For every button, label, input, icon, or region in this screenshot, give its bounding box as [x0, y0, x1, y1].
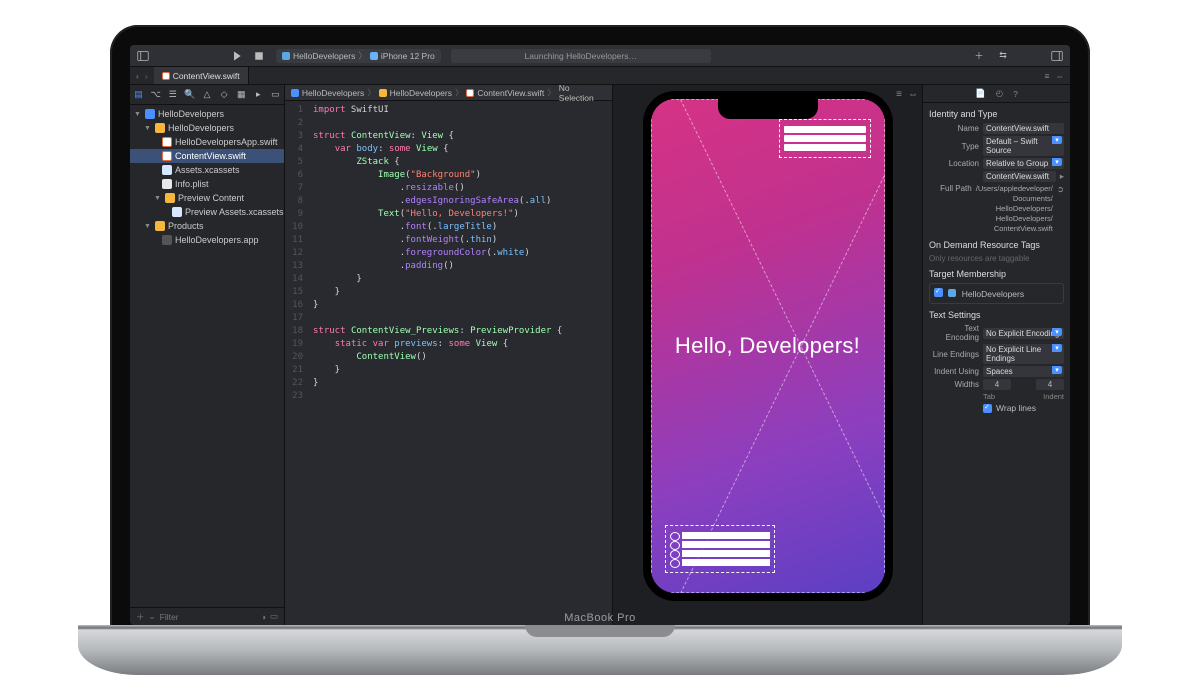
filter-field[interactable]: Filter [160, 612, 257, 622]
scheme-target: HelloDevelopers [293, 51, 355, 61]
main-area: ▤ ⌥ ☰ 🔍 △ ◇ ▦ ▸ ▭ ▼ HelloDevelopers [130, 85, 1070, 625]
project-navigator-icon[interactable]: ▤ [133, 88, 145, 102]
stop-icon[interactable] [252, 49, 266, 63]
canvas-options-icon[interactable]: ≡ [896, 89, 902, 100]
tab-label: ContentView.swift [173, 71, 240, 81]
add-target-icon[interactable]: ＋ [136, 611, 145, 623]
recent-filter-icon[interactable]: ◑ [261, 612, 266, 622]
tree-preview-group[interactable]: ▼ Preview Content [130, 191, 284, 205]
filter-icon[interactable]: ⌄ [149, 611, 156, 622]
indent-width-field[interactable]: 4 [1036, 379, 1064, 390]
breakpoint-navigator-icon[interactable]: ▸ [252, 88, 264, 102]
toolbar: HelloDevelopers 〉 iPhone 12 Pro Launchin… [130, 45, 1070, 67]
location-file: ContentView.swift [983, 171, 1056, 182]
navigator-filter: ＋ ⌄ Filter ◑ ▭ [130, 607, 284, 625]
device-notch [718, 99, 818, 119]
wireframe-bottom-left [665, 525, 775, 573]
screen: HelloDevelopers 〉 iPhone 12 Pro Launchin… [130, 45, 1070, 625]
history-inspector-icon[interactable]: ◴ [996, 88, 1003, 99]
tree-file-contentview[interactable]: ContentView.swift [130, 149, 284, 163]
wireframe-top-right [779, 119, 871, 158]
section-odr: On Demand Resource Tags [929, 240, 1064, 250]
laptop-brand: MacBook Pro [564, 612, 636, 624]
indent-using-select[interactable]: Spaces [983, 366, 1064, 377]
forward-icon[interactable]: › [145, 71, 148, 81]
sidebar-toggle-icon[interactable] [136, 49, 150, 63]
editor-options-icon[interactable]: ≡ [1045, 71, 1050, 81]
run-icon[interactable] [230, 49, 244, 63]
wrap-lines-checkbox[interactable] [983, 404, 992, 413]
reveal-in-finder-icon[interactable]: ▸ [1060, 171, 1064, 182]
tree-file-assets[interactable]: Assets.xcassets [130, 163, 284, 177]
device-bezel: Hello, Developers! [643, 91, 893, 601]
file-inspector-icon[interactable]: 📄 [975, 88, 986, 99]
symbol-navigator-icon[interactable]: ☰ [167, 88, 179, 102]
add-icon[interactable]: ＋ [972, 49, 986, 63]
encoding-select[interactable]: No Explicit Encoding [983, 328, 1064, 339]
report-navigator-icon[interactable]: ▭ [269, 88, 281, 102]
source-control-icon[interactable]: ⌥ [150, 88, 162, 102]
tree-file-app[interactable]: HelloDevelopersApp.swift [130, 135, 284, 149]
laptop-hinge-notch [525, 625, 675, 637]
target-membership-box: HelloDevelopers [929, 283, 1064, 304]
section-text-settings: Text Settings [929, 310, 1064, 320]
code-editor-pane: HelloDevelopers 〉 HelloDevelopers 〉 Cont… [285, 85, 612, 625]
preview-text: Hello, Developers! [675, 333, 860, 359]
name-field[interactable]: ContentView.swift [983, 123, 1064, 134]
test-navigator-icon[interactable]: ◇ [218, 88, 230, 102]
issue-navigator-icon[interactable]: △ [201, 88, 213, 102]
navigator-tabs: ▤ ⌥ ☰ 🔍 △ ◇ ▦ ▸ ▭ [130, 85, 284, 105]
canvas-expand-icon[interactable]: ⇔ [908, 89, 918, 100]
full-path: /Users/appledeveloper/ Documents/ HelloD… [976, 184, 1053, 234]
scm-filter-icon[interactable]: ▭ [270, 611, 278, 622]
odr-placeholder: Only resources are taggable [929, 254, 1064, 263]
section-identity: Identity and Type [929, 109, 1064, 119]
tree-product-app[interactable]: HelloDevelopers.app [130, 233, 284, 247]
editor-area: HelloDevelopers 〉 HelloDevelopers 〉 Cont… [285, 85, 922, 625]
tree-file-info[interactable]: Info.plist [130, 177, 284, 191]
laptop-frame: HelloDevelopers 〉 iPhone 12 Pro Launchin… [110, 25, 1090, 645]
location-select[interactable]: Relative to Group [983, 158, 1064, 169]
code-text[interactable]: import SwiftUI struct ContentView: View … [307, 101, 612, 625]
target-checkbox[interactable] [934, 288, 943, 297]
activity-status: Launching HelloDevelopers… [451, 49, 711, 63]
inspector: 📄 ◴ ? Identity and Type Name ContentView… [922, 85, 1070, 625]
tab-nav: ‹ › [130, 67, 154, 84]
tree-group[interactable]: ▼ HelloDevelopers [130, 121, 284, 135]
show-in-finder-icon[interactable]: ➲ [1057, 184, 1064, 195]
adjust-editor-icon[interactable]: ⇔ [1056, 71, 1065, 81]
scheme-selector[interactable]: HelloDevelopers 〉 iPhone 12 Pro [276, 49, 441, 63]
app-preview[interactable]: Hello, Developers! [651, 99, 885, 593]
help-inspector-icon[interactable]: ? [1013, 89, 1018, 99]
inspector-tabs: 📄 ◴ ? [923, 85, 1070, 103]
line-endings-select[interactable]: No Explicit Line Endings [983, 344, 1064, 364]
source-editor[interactable]: 1234567891011121314151617181920212223 im… [285, 101, 612, 625]
tree-products-group[interactable]: ▼ Products [130, 219, 284, 233]
section-target-membership: Target Membership [929, 269, 1064, 279]
line-gutter: 1234567891011121314151617181920212223 [285, 101, 307, 625]
project-tree: ▼ HelloDevelopers ▼ HelloDevelopers Hell… [130, 105, 284, 607]
tree-preview-assets[interactable]: Preview Assets.xcassets [130, 205, 284, 219]
tab-width-field[interactable]: 4 [983, 379, 1011, 390]
tree-project-root[interactable]: ▼ HelloDevelopers [130, 107, 284, 121]
jump-bar[interactable]: HelloDevelopers 〉 HelloDevelopers 〉 Cont… [285, 85, 612, 101]
find-navigator-icon[interactable]: 🔍 [184, 88, 196, 102]
library-icon[interactable] [1050, 49, 1064, 63]
canvas-preview: ≡ ⇔ Hello, Developers! [612, 85, 922, 625]
type-select[interactable]: Default – Swift Source [983, 136, 1064, 156]
code-review-icon[interactable]: ⇆ [996, 49, 1010, 63]
debug-navigator-icon[interactable]: ▦ [235, 88, 247, 102]
navigator: ▤ ⌥ ☰ 🔍 △ ◇ ▦ ▸ ▭ ▼ HelloDevelopers [130, 85, 285, 625]
tab-contentview[interactable]: ContentView.swift [154, 67, 249, 84]
back-icon[interactable]: ‹ [136, 71, 139, 81]
scheme-device: iPhone 12 Pro [381, 51, 435, 61]
